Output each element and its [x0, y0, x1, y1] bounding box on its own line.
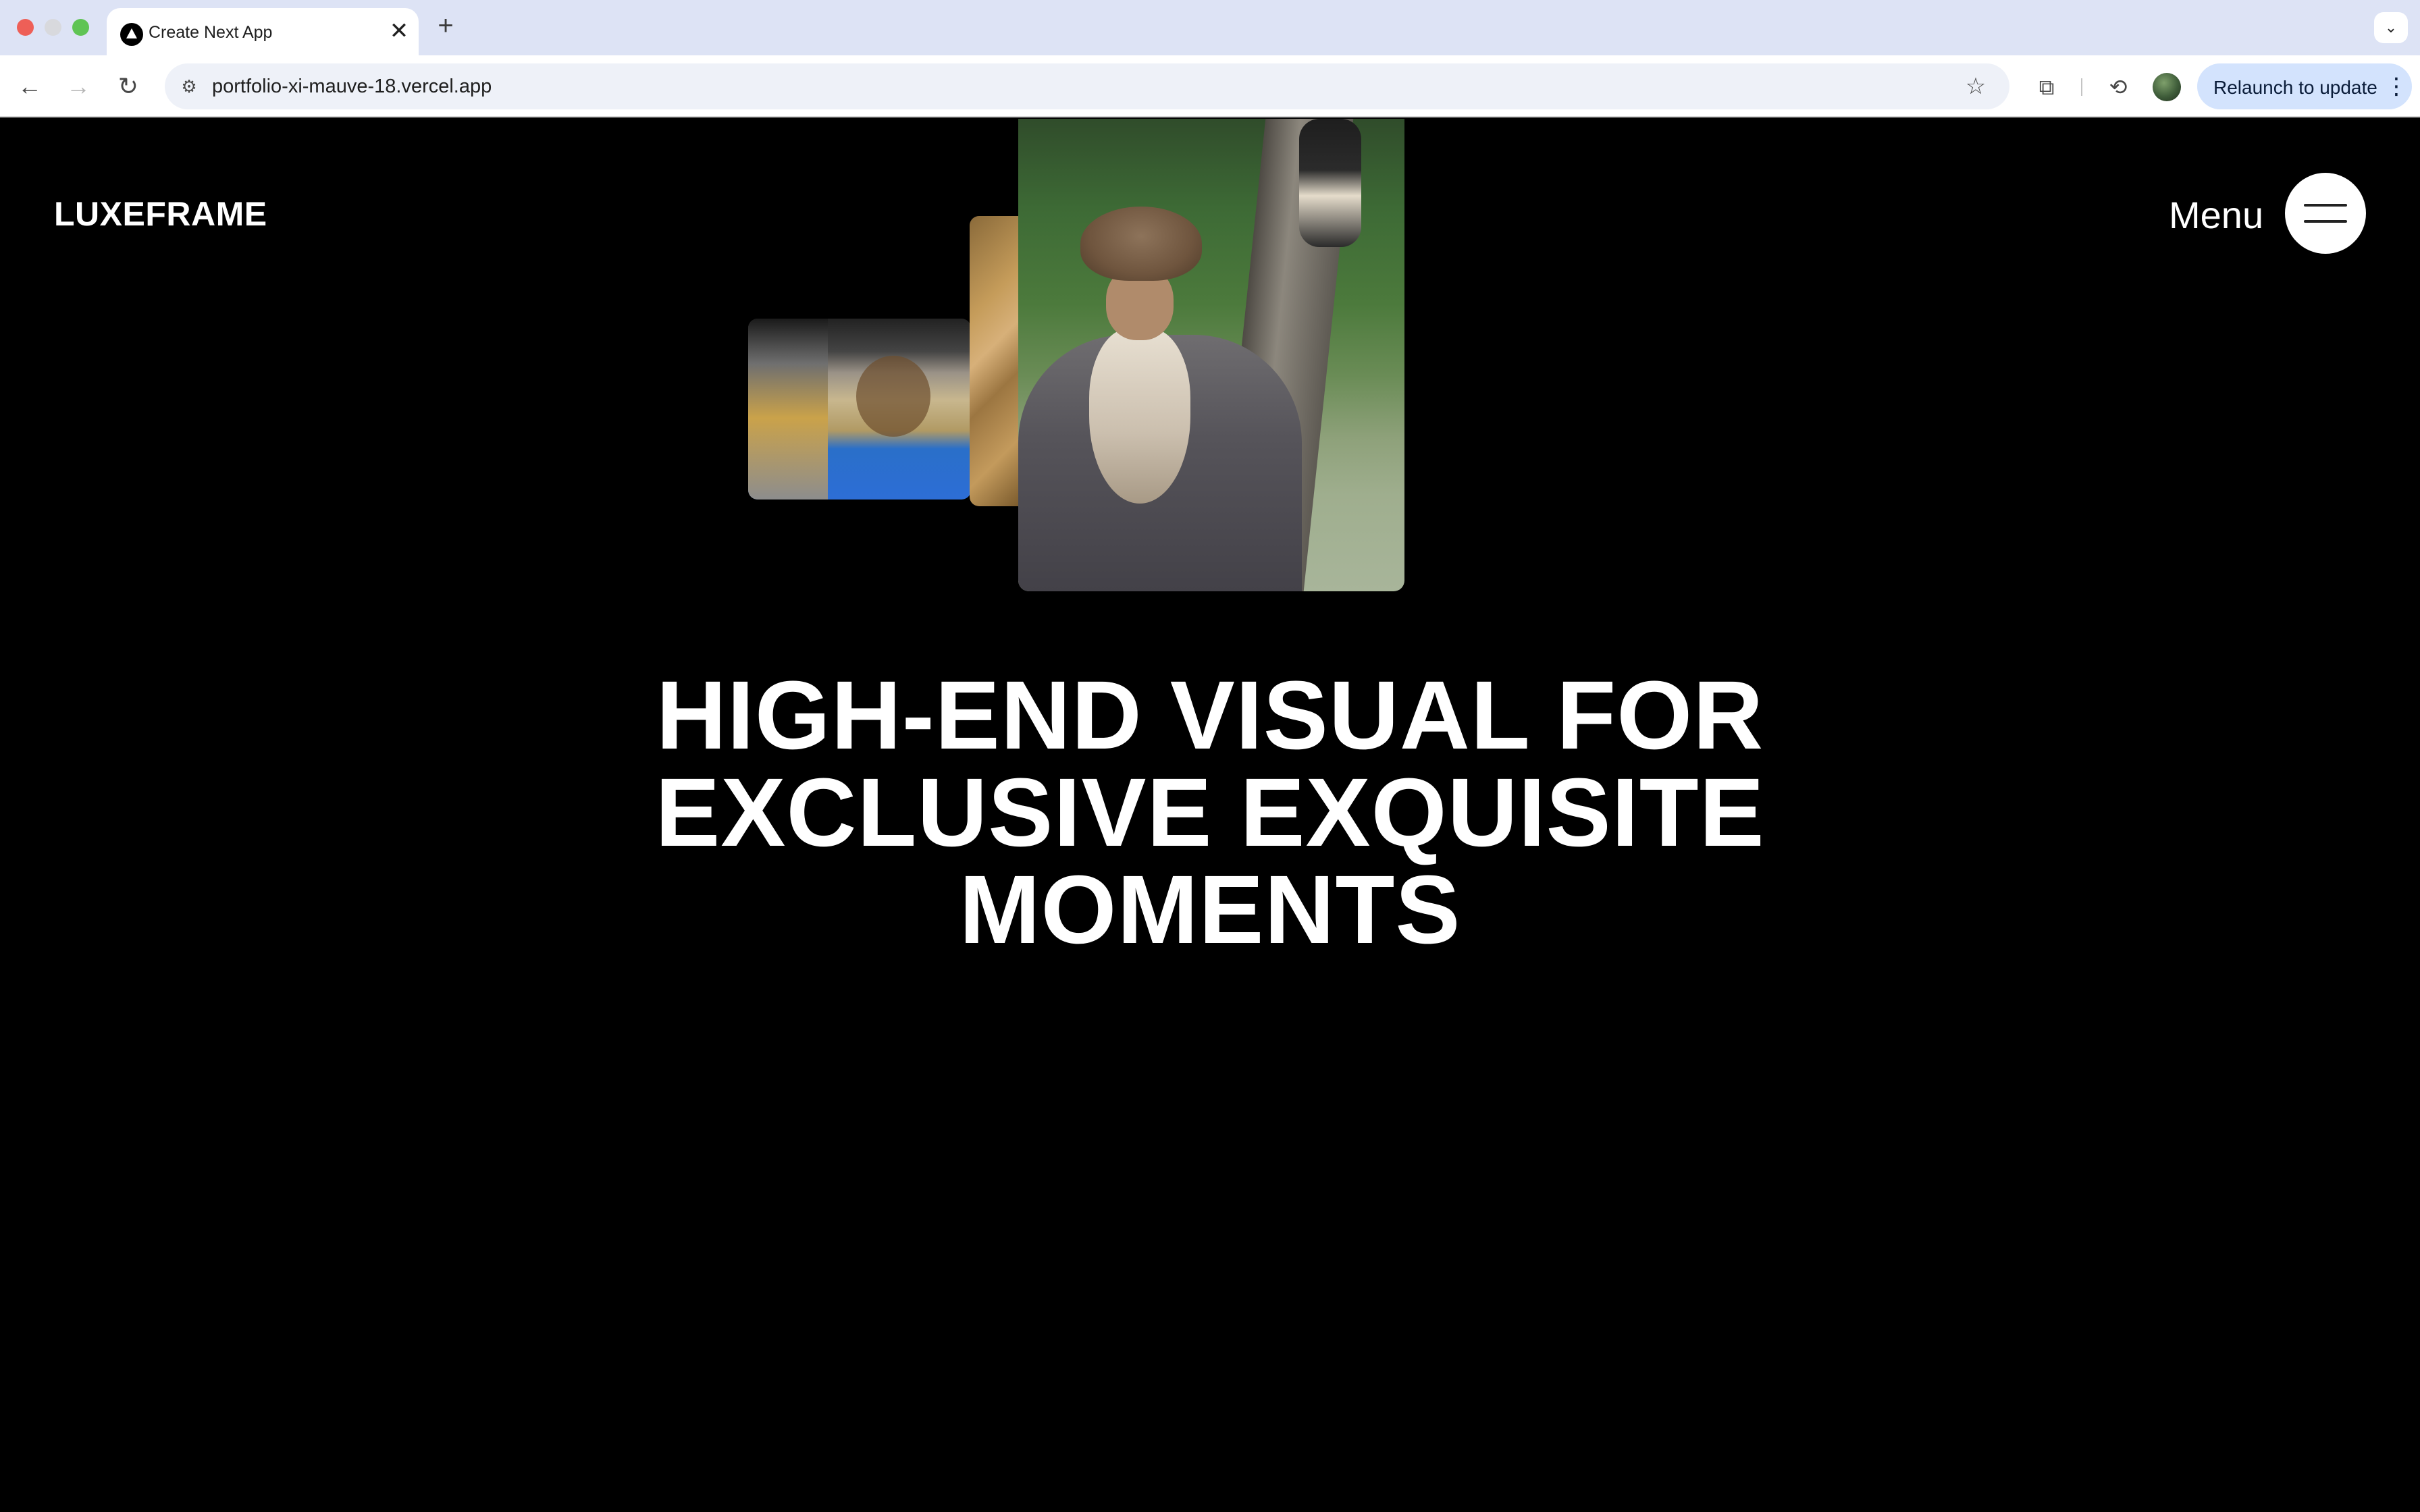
relaunch-label: Relaunch to update — [2213, 77, 2377, 98]
more-options-icon[interactable]: ⋮ — [2385, 72, 2408, 101]
hamburger-icon — [2304, 220, 2347, 223]
back-arrow-icon[interactable]: ← — [14, 70, 46, 103]
profile-avatar[interactable] — [2153, 73, 2181, 101]
address-bar[interactable]: ⚙ portfolio-xi-mauve-18.vercel.app ☆ — [165, 63, 2009, 109]
close-window-button[interactable] — [17, 19, 34, 36]
extensions-icon[interactable]: ⧉ — [2031, 72, 2062, 103]
menu-label[interactable]: Menu — [2169, 193, 2263, 237]
forward-arrow-icon[interactable]: → — [62, 70, 95, 103]
gallery-photo-wood — [970, 216, 1020, 506]
browser-tab-active[interactable]: Create Next App ✕ — [107, 8, 419, 55]
hamburger-icon — [2304, 204, 2347, 207]
photo-child-shape — [1299, 119, 1361, 247]
gallery-photo-exhibition — [748, 319, 971, 500]
hero-headline-line-3: MOMENTS — [959, 855, 1461, 964]
site-info-icon[interactable]: ⚙ — [176, 73, 203, 100]
photo-collar-shape — [1089, 328, 1190, 504]
gallery-photo-portrait — [1018, 119, 1404, 591]
hero-headline-line-2: EXCLUSIVE EXQUISITE — [655, 758, 1765, 867]
bookmark-star-icon[interactable]: ☆ — [1961, 72, 1991, 101]
performance-icon[interactable]: ⟲ — [2103, 72, 2134, 103]
toolbar-divider — [2081, 78, 2082, 96]
page-content: LUXEFRAME Menu HIGH-END VISUAL FOR EXCLU… — [0, 119, 2420, 1512]
site-logo[interactable]: LUXEFRAME — [54, 194, 267, 234]
hero-headline-line-1: HIGH-END VISUAL FOR — [656, 661, 1764, 770]
nextjs-favicon-icon — [120, 23, 143, 46]
url-text[interactable]: portfolio-xi-mauve-18.vercel.app — [212, 76, 492, 98]
minimize-window-button[interactable] — [45, 19, 61, 36]
relaunch-to-update-button[interactable]: Relaunch to update ⋮ — [2197, 63, 2412, 109]
reload-icon[interactable]: ↻ — [112, 70, 144, 103]
hero-headline: HIGH-END VISUAL FOR EXCLUSIVE EXQUISITE … — [0, 667, 2420, 959]
browser-tabbar: Create Next App ✕ + ⌄ — [0, 0, 2420, 55]
browser-toolbar: ← → ↻ ⚙ portfolio-xi-mauve-18.vercel.app… — [0, 55, 2420, 117]
tab-title: Create Next App — [149, 23, 273, 42]
maximize-window-button[interactable] — [72, 19, 89, 36]
tab-close-icon[interactable]: ✕ — [386, 18, 412, 44]
new-tab-button[interactable]: + — [432, 12, 459, 39]
photo-hat-shape — [1080, 207, 1202, 281]
tab-search-button[interactable]: ⌄ — [2374, 12, 2408, 43]
menu-button[interactable] — [2285, 173, 2366, 254]
